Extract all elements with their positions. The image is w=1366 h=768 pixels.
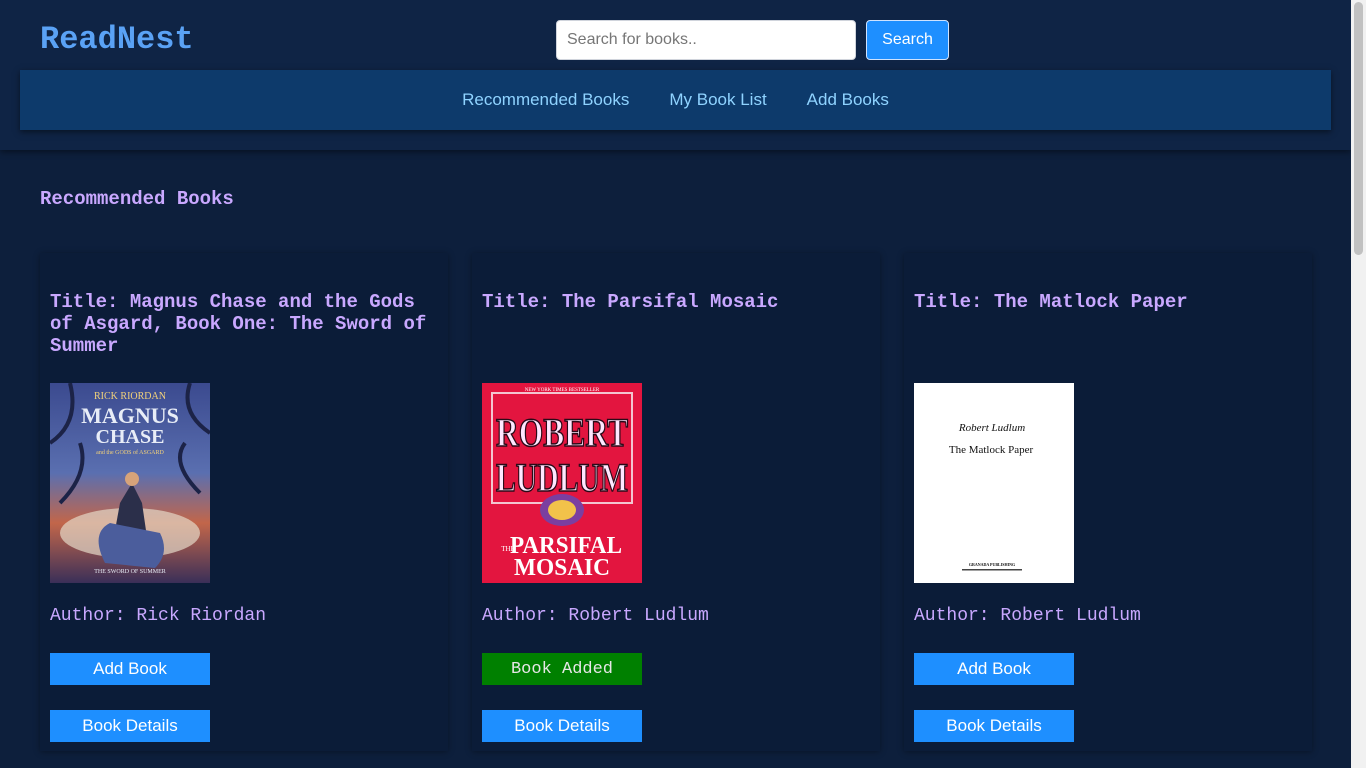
- cover-footer: THE SWORD OF SUMMER: [94, 569, 166, 575]
- search-input[interactable]: [556, 20, 856, 60]
- book-author: Author: Robert Ludlum: [482, 606, 709, 626]
- nav-my-book-list[interactable]: My Book List: [669, 90, 766, 110]
- book-details-button[interactable]: Book Details: [482, 710, 642, 742]
- book-author: Author: Robert Ludlum: [914, 606, 1141, 626]
- add-book-button[interactable]: Add Book: [914, 653, 1074, 685]
- book-title: Title: The Parsifal Mosaic: [482, 291, 779, 313]
- search-button[interactable]: Search: [866, 20, 949, 60]
- section-title: Recommended Books: [40, 188, 234, 210]
- app-logo[interactable]: ReadNest: [40, 20, 194, 60]
- cover-author: Robert Ludlum: [958, 422, 1025, 434]
- cover-line1: MAGNUS: [81, 403, 179, 428]
- book-cover-image: RICK RIORDAN MAGNUS CHASE and the GODS o…: [50, 383, 210, 583]
- page-scrollbar[interactable]: [1351, 0, 1366, 768]
- nav-add-books[interactable]: Add Books: [807, 90, 889, 110]
- book-author: Author: Rick Riordan: [50, 606, 267, 626]
- cover-publisher: GRANADA PUBLISHING: [969, 562, 1015, 567]
- cover-line2: CHASE: [96, 426, 165, 448]
- cover-line2: LUDLUM: [496, 455, 628, 500]
- cover-line1: ROBERT: [496, 410, 628, 455]
- book-title: Title: Magnus Chase and the Gods of Asga…: [50, 291, 427, 357]
- cover-author: RICK RIORDAN: [94, 391, 166, 402]
- book-details-button[interactable]: Book Details: [914, 710, 1074, 742]
- cover-banner: NEW YORK TIMES BESTSELLER: [525, 388, 600, 393]
- book-card: Title: The Matlock Paper Robert Ludlum T…: [904, 253, 1312, 751]
- book-added-button[interactable]: Book Added: [482, 653, 642, 685]
- main-nav: Recommended Books My Book List Add Books: [20, 70, 1331, 130]
- book-cover-image: Robert Ludlum The Matlock Paper GRANADA …: [914, 383, 1074, 583]
- nav-recommended-books[interactable]: Recommended Books: [462, 90, 629, 110]
- book-cover-image: NEW YORK TIMES BESTSELLER ROBERT LUDLUM …: [482, 383, 642, 583]
- book-card: Title: The Parsifal Mosaic NEW YORK TIME…: [472, 253, 880, 751]
- add-book-button[interactable]: Add Book: [50, 653, 210, 685]
- cover-line3: and the GODS of ASGARD: [96, 449, 164, 456]
- cover-line5: MOSAIC: [514, 555, 610, 581]
- book-details-button[interactable]: Book Details: [50, 710, 210, 742]
- header: ReadNest Search Recommended Books My Boo…: [0, 0, 1351, 150]
- book-title: Title: The Matlock Paper: [914, 291, 1188, 313]
- cover-title: The Matlock Paper: [949, 444, 1034, 456]
- book-card: Title: Magnus Chase and the Gods of Asga…: [40, 253, 448, 751]
- scrollbar-thumb[interactable]: [1354, 2, 1363, 255]
